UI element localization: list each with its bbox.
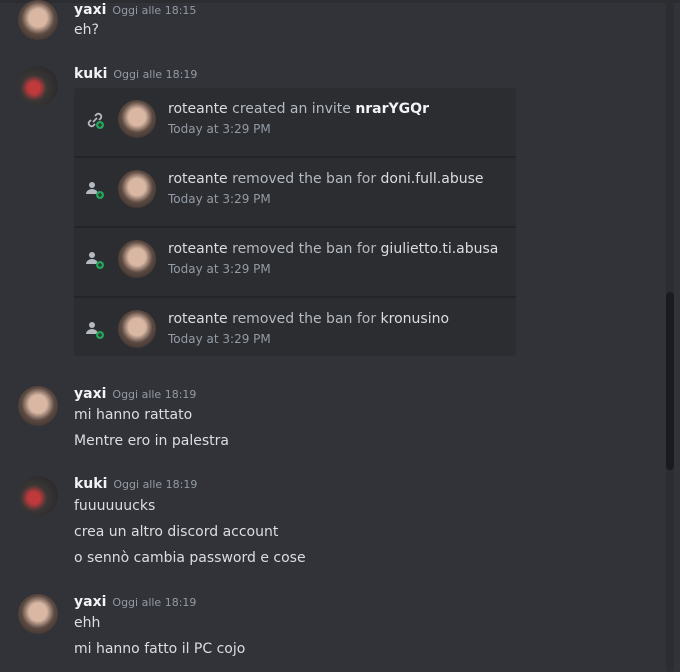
- message-author[interactable]: yaxi Oggi alle 18:15: [74, 2, 196, 18]
- message-text: mi hanno fatto il PC cojo: [74, 641, 246, 657]
- audit-log-row: roteante removed the ban for giulietto.t…: [74, 228, 516, 290]
- audit-log-text: roteante removed the ban for kronusino: [168, 311, 450, 327]
- message-text: ehh: [74, 615, 101, 631]
- message-timestamp: Oggi alle 18:19: [112, 596, 197, 609]
- message-author[interactable]: yaxi Oggi alle 18:19: [74, 594, 196, 610]
- message-text: Mentre ero in palestra: [74, 433, 229, 449]
- audit-log-row: roteante removed the ban for doni.full.a…: [74, 158, 516, 220]
- message-author[interactable]: kuki Oggi alle 18:19: [74, 66, 197, 82]
- chat-messages: yaxi Oggi alle 18:15 eh? kuki Oggi alle 18…: [0, 0, 664, 672]
- avatar[interactable]: [18, 594, 58, 634]
- audit-log-text: roteante removed the ban for doni.full.a…: [168, 171, 484, 187]
- message-text: o sennò cambia password e cose: [74, 550, 306, 566]
- message-timestamp: Oggi alle 18:19: [112, 388, 197, 401]
- avatar[interactable]: [118, 240, 156, 278]
- audit-log-time: Today at 3:29 PM: [168, 192, 271, 206]
- audit-log-embed: roteante created an invite nrarYGQr Toda…: [74, 88, 516, 356]
- audit-log-time: Today at 3:29 PM: [168, 122, 271, 136]
- message-timestamp: Oggi alle 18:15: [112, 4, 197, 17]
- avatar[interactable]: [18, 66, 58, 106]
- avatar[interactable]: [18, 476, 58, 516]
- member-add-icon: [86, 252, 104, 269]
- audit-log-text: roteante created an invite nrarYGQr: [168, 101, 429, 117]
- message-text: eh?: [74, 22, 99, 38]
- message-timestamp: Oggi alle 18:19: [113, 68, 198, 81]
- audit-log-row: roteante removed the ban for kronusino T…: [74, 298, 516, 360]
- member-add-icon: [86, 182, 104, 199]
- message-text: crea un altro discord account: [74, 524, 279, 540]
- avatar[interactable]: [18, 0, 58, 40]
- audit-log-time: Today at 3:29 PM: [168, 332, 271, 346]
- audit-log-row: roteante created an invite nrarYGQr Toda…: [74, 88, 516, 150]
- avatar[interactable]: [118, 100, 156, 138]
- audit-log-time: Today at 3:29 PM: [168, 262, 271, 276]
- avatar[interactable]: [118, 310, 156, 348]
- scrollbar-thumb[interactable]: [666, 292, 674, 470]
- audit-log-text: roteante removed the ban for giulietto.t…: [168, 241, 499, 257]
- invite-link-icon: [87, 112, 104, 129]
- message-author[interactable]: yaxi Oggi alle 18:19: [74, 386, 196, 402]
- avatar[interactable]: [18, 386, 58, 426]
- message-timestamp: Oggi alle 18:19: [113, 478, 198, 491]
- message-text: fuuuuuucks: [74, 498, 156, 514]
- avatar[interactable]: [118, 170, 156, 208]
- message-text: mi hanno rattato: [74, 407, 193, 423]
- message-author[interactable]: kuki Oggi alle 18:19: [74, 476, 197, 492]
- member-add-icon: [86, 322, 104, 339]
